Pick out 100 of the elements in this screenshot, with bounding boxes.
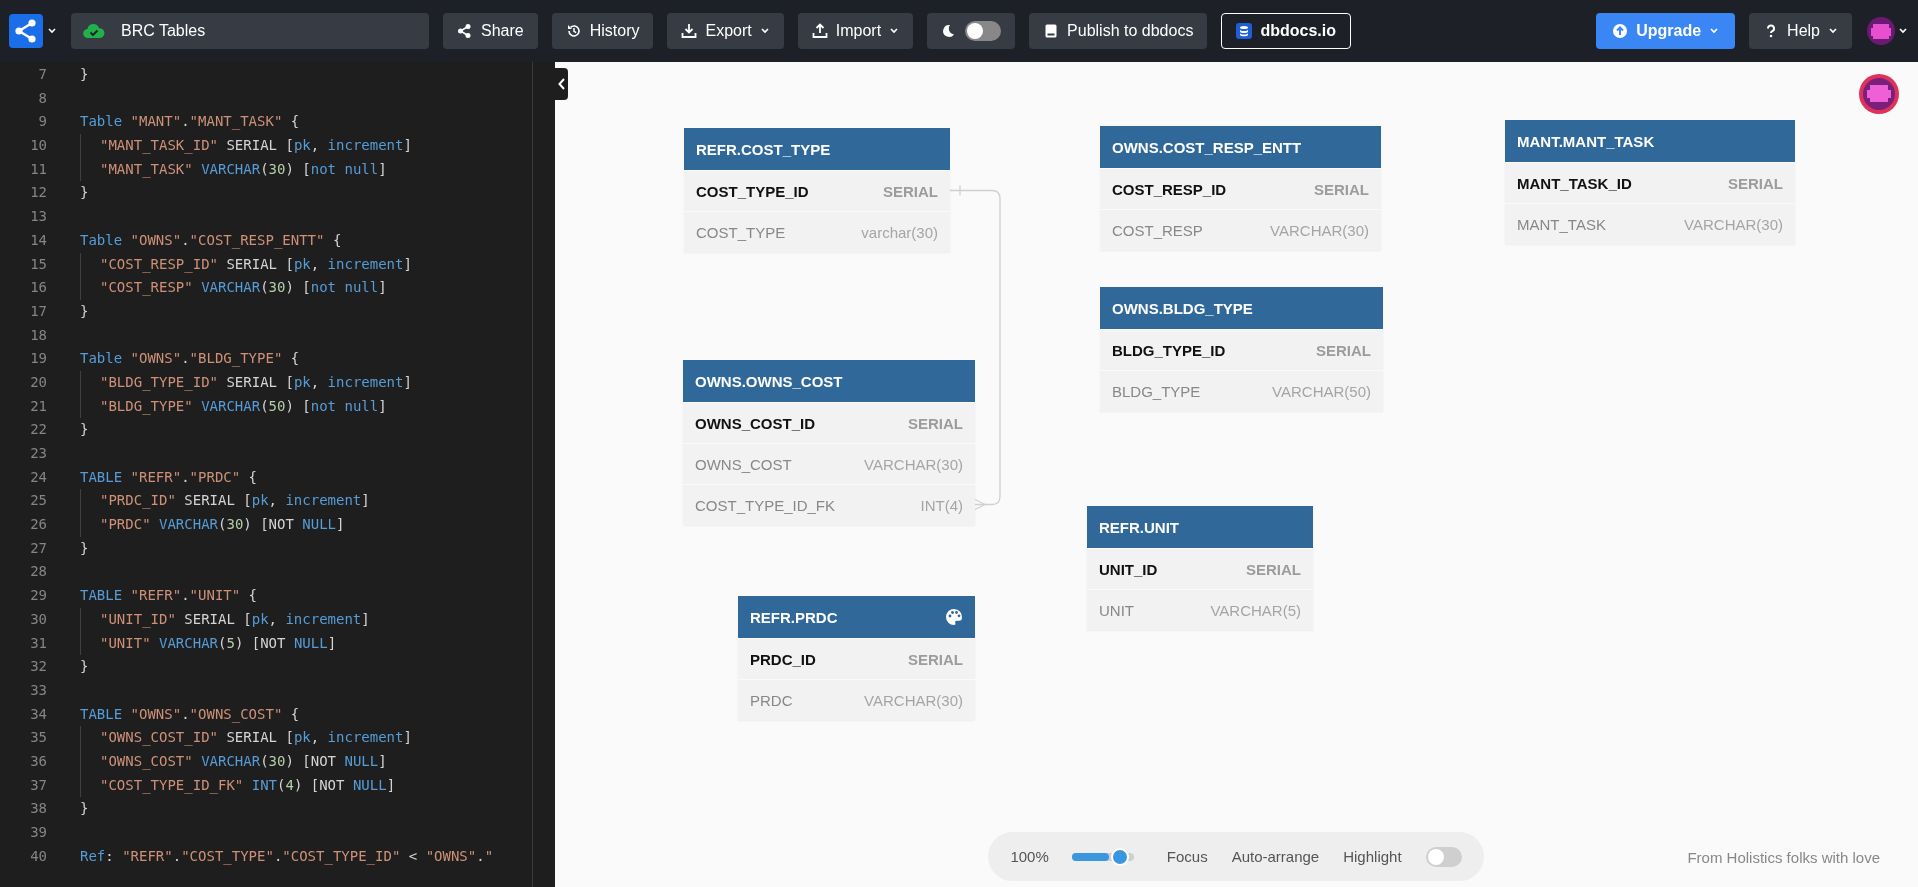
code-line: "COST_TYPE_ID_FK" INT(4) [NOT NULL] xyxy=(80,773,396,798)
field-type: SERIAL xyxy=(908,414,963,432)
line-number: 7 xyxy=(37,65,47,84)
line-number: 30 xyxy=(29,609,47,629)
line-number: 19 xyxy=(29,349,47,369)
app-menu-button[interactable] xyxy=(9,14,57,48)
code-line: "MANT_TASK" VARCHAR(30) [not null] xyxy=(80,157,387,182)
code-line: "OWNS_COST" VARCHAR(30) [NOT NULL] xyxy=(80,749,387,774)
code-line: } xyxy=(80,183,89,203)
share-icon xyxy=(457,23,473,39)
line-number: 23 xyxy=(29,444,47,463)
code-line: Table "OWNS"."COST_RESP_ENTT" { xyxy=(80,230,342,251)
line-number: 18 xyxy=(29,325,47,345)
focus-button[interactable]: Focus xyxy=(1166,848,1208,865)
field-name: PRDC_ID xyxy=(750,650,816,668)
moon-icon xyxy=(941,24,956,38)
auto-arrange-button[interactable]: Auto-arrange xyxy=(1231,848,1320,865)
collapse-editor-button[interactable] xyxy=(555,68,568,100)
export-button[interactable]: Export xyxy=(667,13,784,49)
field-name: MANT_TASK_ID xyxy=(1517,174,1632,192)
line-number: 27 xyxy=(29,538,47,558)
avatar-icon xyxy=(1866,16,1896,46)
field-name: BLDG_TYPE xyxy=(1112,382,1201,400)
field-name: PRDC xyxy=(750,691,793,709)
line-number: 28 xyxy=(29,562,47,582)
line-number: 11 xyxy=(29,159,47,179)
arrow-up-circle-icon xyxy=(1612,23,1629,39)
code-line: "MANT_TASK_ID" SERIAL [pk, increment] xyxy=(80,134,412,158)
code-line: } xyxy=(80,420,89,440)
table-card[interactable]: REFR.PRDC PRDC_ID SERIAL PRDC VARCHAR(30) xyxy=(738,596,975,720)
field-type: VARCHAR(5) xyxy=(1210,601,1301,619)
dbdocs-link[interactable]: dbdocs.io xyxy=(1221,13,1351,49)
field-name: OWNS_COST xyxy=(695,455,792,473)
history-icon xyxy=(565,23,582,39)
code-line: "PRDC" VARCHAR(30) [NOT NULL] xyxy=(80,513,345,537)
field-type: VARCHAR(30) xyxy=(864,691,963,709)
publish-button[interactable]: Publish to dbdocs xyxy=(1029,13,1208,49)
history-button[interactable]: History xyxy=(551,13,654,49)
logo-icon xyxy=(9,14,43,48)
code-line: "BLDG_TYPE_ID" SERIAL [pk, increment] xyxy=(80,370,412,395)
table-card[interactable]: OWNS.BLDG_TYPE BLDG_TYPE_ID SERIAL BLDG_TYPE VARCHAR(50) xyxy=(1100,287,1383,411)
field-type: SERIAL xyxy=(1246,560,1301,578)
field-name: COST_TYPE_ID xyxy=(696,182,809,200)
line-number: 39 xyxy=(29,823,47,842)
line-number: 36 xyxy=(29,751,47,771)
line-number: 26 xyxy=(29,515,47,535)
table-name: REFR.UNIT xyxy=(1099,518,1179,536)
table-card[interactable]: OWNS.COST_RESP_ENTT COST_RESP_ID SERIAL COST_RESP VARCHAR(30) xyxy=(1100,126,1381,250)
line-number: 34 xyxy=(29,704,47,724)
theme-toggle[interactable] xyxy=(965,21,1002,41)
line-number: 31 xyxy=(29,633,47,653)
line-number: 13 xyxy=(29,207,47,227)
field-name: COST_TYPE xyxy=(696,223,786,241)
caret-icon xyxy=(1898,26,1908,36)
line-number: 33 xyxy=(29,680,47,700)
code-line: TABLE "REFR"."PRDC" { xyxy=(80,467,258,487)
code-line: "PRDC_ID" SERIAL [pk, increment] xyxy=(80,489,370,514)
line-number: 25 xyxy=(29,491,47,511)
field-type: SERIAL xyxy=(908,650,963,668)
import-button[interactable]: Import xyxy=(797,13,914,49)
palette-icon[interactable] xyxy=(945,608,963,626)
line-number: 22 xyxy=(29,420,47,440)
zoom-level: 100% xyxy=(1010,848,1049,865)
code-line: TABLE "REFR"."UNIT" { xyxy=(80,586,258,606)
table-card[interactable]: OWNS.OWNS_COST OWNS_COST_ID SERIAL OWNS_COST VARCHAR(30) COST_TYPE_ID_FK INT(4) xyxy=(683,360,975,525)
code-line: Ref: "REFR"."COST_TYPE"."COST_TYPE_ID" < "OWNS"." xyxy=(80,846,494,867)
line-number: 20 xyxy=(29,372,47,392)
field-type: VARCHAR(50) xyxy=(1272,382,1371,400)
database-icon xyxy=(1236,23,1253,39)
code-line: "COST_RESP_ID" SERIAL [pk, increment] xyxy=(80,252,412,277)
line-number: 24 xyxy=(29,467,47,487)
table-card[interactable]: MANT.MANT_TASK MANT_TASK_ID SERIAL MANT_TASK VARCHAR(30) xyxy=(1505,120,1795,244)
code-line: } xyxy=(80,799,89,819)
user-menu-button[interactable] xyxy=(1866,16,1908,46)
share-button[interactable]: Share xyxy=(443,13,538,49)
table-name: MANT.MANT_TASK xyxy=(1517,132,1655,150)
field-type: VARCHAR(30) xyxy=(1684,215,1783,233)
code-line: } xyxy=(80,657,89,677)
user-avatar xyxy=(1858,73,1900,115)
code-line: Table "MANT"."MANT_TASK" { xyxy=(80,112,300,132)
table-name: REFR.COST_TYPE xyxy=(696,140,831,158)
caret-icon xyxy=(47,26,57,36)
highlight-label: Highlight xyxy=(1343,848,1402,865)
project-title-field[interactable]: BRC Tables xyxy=(71,13,429,49)
line-number: 17 xyxy=(29,301,47,321)
code-line: Table "OWNS"."BLDG_TYPE" { xyxy=(80,349,300,369)
line-number: 21 xyxy=(29,396,47,416)
line-number: 16 xyxy=(29,278,47,298)
field-type: VARCHAR(30) xyxy=(864,455,963,473)
field-type: varchar(30) xyxy=(861,223,938,241)
help-button[interactable]: Help xyxy=(1749,13,1852,49)
line-number: 35 xyxy=(29,728,47,748)
table-card[interactable]: REFR.COST_TYPE COST_TYPE_ID SERIAL COST_TYPE varchar(30) xyxy=(684,128,950,252)
table-name: OWNS.COST_RESP_ENTT xyxy=(1112,138,1302,156)
line-number: 40 xyxy=(29,846,47,866)
upgrade-button[interactable]: Upgrade xyxy=(1596,13,1736,49)
table-card[interactable]: REFR.UNIT UNIT_ID SERIAL UNIT VARCHAR(5) xyxy=(1087,506,1313,630)
highlight-toggle[interactable] xyxy=(1425,846,1462,867)
field-name: OWNS_COST_ID xyxy=(695,414,815,432)
line-number: 10 xyxy=(29,136,47,156)
